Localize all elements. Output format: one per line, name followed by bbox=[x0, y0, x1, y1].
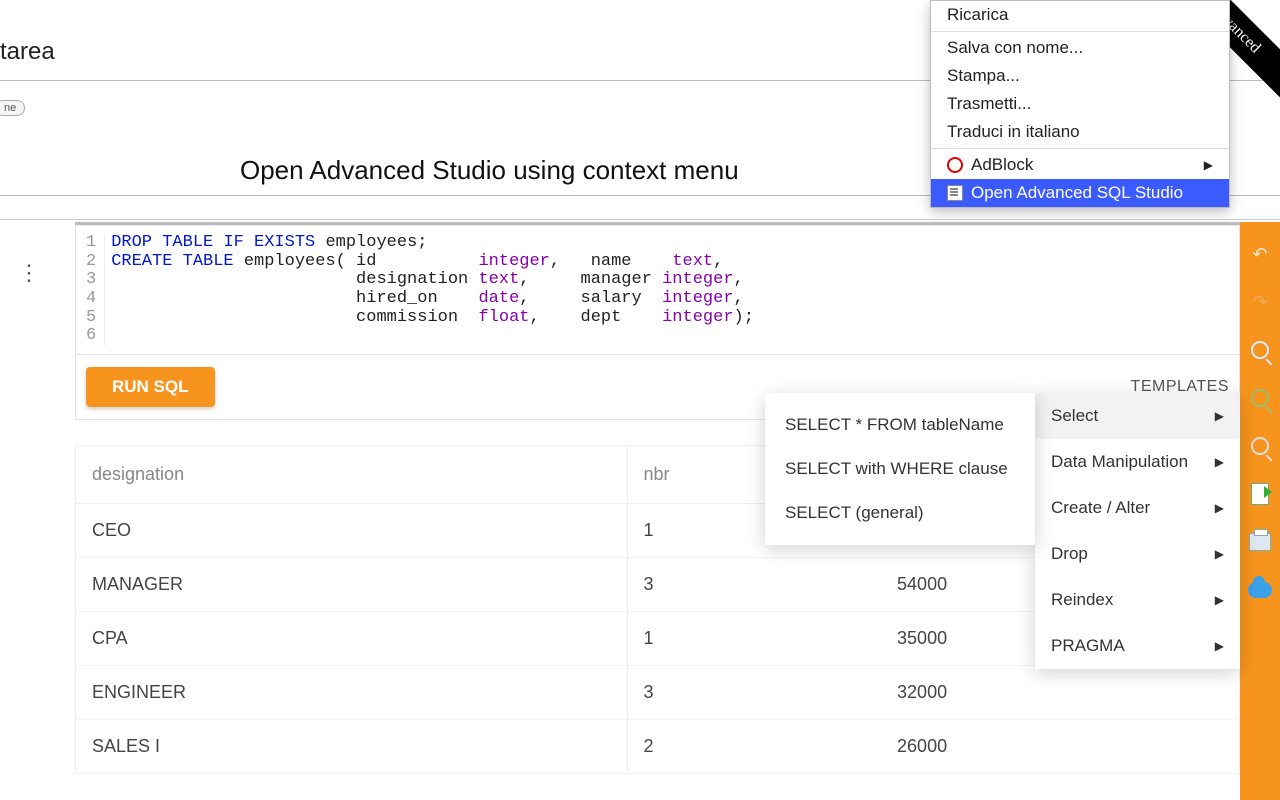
table-cell: 3 bbox=[627, 666, 881, 720]
browser-context-menu: Ricarica Salva con nome... Stampa... Tra… bbox=[930, 0, 1230, 208]
more-icon[interactable]: ⋮ bbox=[18, 260, 42, 286]
page-title-fragment: tarea bbox=[0, 38, 55, 66]
chevron-right-icon: ▶ bbox=[1204, 158, 1213, 172]
sql-studio-icon bbox=[947, 185, 963, 201]
cloud-icon[interactable] bbox=[1248, 578, 1272, 602]
table-cell: ENGINEER bbox=[76, 666, 628, 720]
templates-menu-item[interactable]: Data Manipulation ▶ bbox=[1035, 439, 1240, 485]
context-menu-item[interactable]: Trasmetti... bbox=[931, 90, 1229, 118]
templates-menu: Select ▶ Data Manipulation ▶ Create / Alter ▶… bbox=[1035, 393, 1240, 669]
context-menu-item[interactable]: Stampa... bbox=[931, 62, 1229, 90]
context-menu-label: AdBlock bbox=[971, 155, 1033, 175]
context-menu-open-sql-studio[interactable]: Open Advanced SQL Studio bbox=[931, 179, 1229, 207]
find-icon[interactable] bbox=[1248, 386, 1272, 410]
zoom-icon[interactable] bbox=[1248, 338, 1272, 362]
table-cell: MANAGER bbox=[76, 558, 628, 612]
templates-menu-item[interactable]: PRAGMA ▶ bbox=[1035, 623, 1240, 669]
chevron-right-icon: ▶ bbox=[1215, 455, 1224, 469]
pill-button[interactable]: ne bbox=[0, 100, 25, 116]
templates-menu-item[interactable]: Select ▶ bbox=[1035, 393, 1240, 439]
table-cell: CEO bbox=[76, 504, 628, 558]
templates-submenu-item[interactable]: SELECT with WHERE clause bbox=[765, 447, 1035, 491]
table-cell: SALES I bbox=[76, 720, 628, 774]
context-menu-item[interactable]: Ricarica bbox=[931, 1, 1229, 29]
templates-menu-label: Data Manipulation bbox=[1051, 452, 1188, 472]
templates-menu-item[interactable]: Drop ▶ bbox=[1035, 531, 1240, 577]
table-cell: 1 bbox=[627, 612, 881, 666]
column-header[interactable]: designation bbox=[76, 446, 628, 504]
templates-menu-label: Reindex bbox=[1051, 590, 1113, 610]
sql-editor[interactable]: 123456 DROP TABLE IF EXISTS employees;CR… bbox=[75, 225, 1240, 355]
print-icon[interactable] bbox=[1248, 530, 1272, 554]
context-menu-label: Open Advanced SQL Studio bbox=[971, 183, 1183, 203]
context-menu-item[interactable]: Salva con nome... bbox=[931, 34, 1229, 62]
chevron-right-icon: ▶ bbox=[1215, 547, 1224, 561]
redo-icon[interactable]: ↷ bbox=[1248, 290, 1272, 314]
line-number-gutter: 123456 bbox=[86, 234, 105, 346]
templates-menu-label: Drop bbox=[1051, 544, 1088, 564]
right-toolbar: ↶ ↷ bbox=[1240, 222, 1280, 800]
templates-submenu: SELECT * FROM tableNameSELECT with WHERE… bbox=[765, 393, 1035, 545]
table-row[interactable]: SALES I226000 bbox=[76, 720, 1240, 774]
adblock-icon bbox=[947, 157, 963, 173]
templates-menu-label: Create / Alter bbox=[1051, 498, 1150, 518]
search-icon[interactable] bbox=[1248, 434, 1272, 458]
table-row[interactable]: ENGINEER332000 bbox=[76, 666, 1240, 720]
templates-menu-label: Select bbox=[1051, 406, 1098, 426]
table-cell: 26000 bbox=[881, 720, 1239, 774]
chevron-right-icon: ▶ bbox=[1215, 593, 1224, 607]
run-sql-button[interactable]: RUN SQL bbox=[86, 367, 215, 407]
chevron-right-icon: ▶ bbox=[1215, 639, 1224, 653]
chevron-right-icon: ▶ bbox=[1215, 501, 1224, 515]
templates-submenu-item[interactable]: SELECT (general) bbox=[765, 491, 1035, 535]
table-cell: 2 bbox=[627, 720, 881, 774]
table-cell: 32000 bbox=[881, 666, 1239, 720]
export-icon[interactable] bbox=[1248, 482, 1272, 506]
templates-menu-item[interactable]: Create / Alter ▶ bbox=[1035, 485, 1240, 531]
instruction-caption: Open Advanced Studio using context menu bbox=[240, 155, 739, 186]
table-cell: CPA bbox=[76, 612, 628, 666]
templates-submenu-item[interactable]: SELECT * FROM tableName bbox=[765, 403, 1035, 447]
templates-menu-item[interactable]: Reindex ▶ bbox=[1035, 577, 1240, 623]
context-menu-adblock[interactable]: AdBlock ▶ bbox=[931, 151, 1229, 179]
table-cell: 3 bbox=[627, 558, 881, 612]
chevron-right-icon: ▶ bbox=[1215, 409, 1224, 423]
templates-menu-label: PRAGMA bbox=[1051, 636, 1125, 656]
undo-icon[interactable]: ↶ bbox=[1248, 242, 1272, 266]
sql-code[interactable]: DROP TABLE IF EXISTS employees;CREATE TA… bbox=[111, 234, 754, 346]
context-menu-item[interactable]: Traduci in italiano bbox=[931, 118, 1229, 146]
